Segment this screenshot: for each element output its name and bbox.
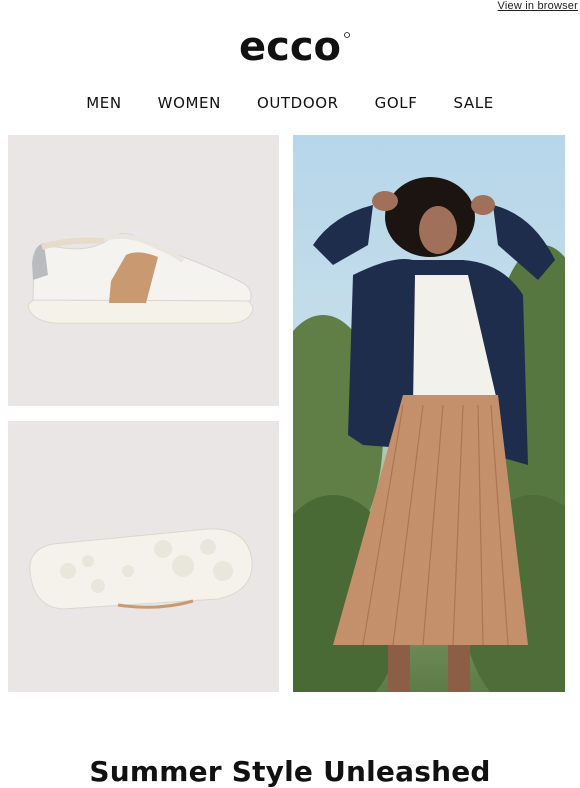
model-photo[interactable]: [293, 135, 565, 692]
nav-item-women[interactable]: WOMEN: [140, 94, 239, 112]
nav-item-outdoor[interactable]: OUTDOOR: [239, 94, 357, 112]
product-image-sneaker-side[interactable]: [8, 135, 279, 406]
product-image-sneaker-sole[interactable]: [8, 421, 279, 692]
nav-item-golf[interactable]: GOLF: [357, 94, 436, 112]
nav-item-sale[interactable]: SALE: [436, 94, 512, 112]
ecco-logo-icon: ecco: [239, 30, 350, 68]
sneaker-side-illustration: [27, 232, 254, 324]
main-nav: MEN WOMEN OUTDOOR GOLF SALE: [0, 94, 580, 112]
brand-logo[interactable]: ecco: [0, 30, 580, 73]
svg-text:ecco: ecco: [239, 30, 341, 68]
sneaker-sole-illustration: [29, 528, 253, 610]
headline: Summer Style Unleashed: [89, 754, 491, 788]
nav-item-men[interactable]: MEN: [68, 94, 139, 112]
model-illustration: [293, 177, 565, 692]
view-in-browser-link[interactable]: View in browser: [498, 0, 578, 12]
